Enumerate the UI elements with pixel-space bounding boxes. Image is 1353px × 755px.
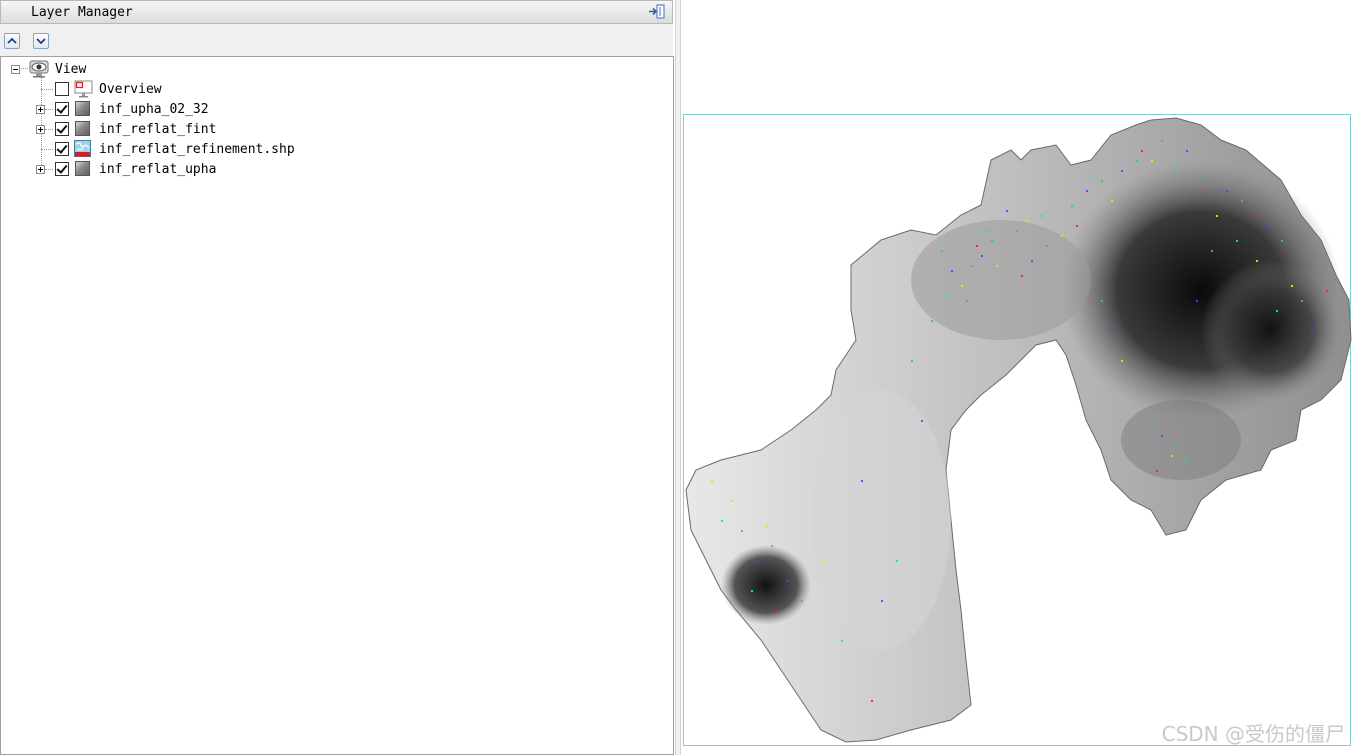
raster-icon (75, 161, 90, 176)
arrow-up-icon (7, 37, 17, 44)
layer-label: Overview (99, 82, 162, 97)
layer-visibility-checkbox[interactable] (55, 82, 69, 96)
layer-label: inf_reflat_fint (99, 122, 217, 137)
map-view[interactable]: CSDN @受伤的僵尸 (681, 0, 1353, 755)
layer-item-overview[interactable]: Overview (1, 79, 401, 99)
layer-item-inf-reflat-fint[interactable]: inf_reflat_fint (1, 119, 401, 139)
raster-map-image (685, 117, 1352, 743)
move-layer-up-button[interactable] (4, 33, 20, 49)
raster-icon (75, 101, 90, 116)
raster-icon (75, 121, 90, 136)
tree-root-view[interactable]: View (1, 59, 301, 79)
collapse-icon[interactable] (11, 65, 20, 74)
watermark-text: CSDN @受伤的僵尸 (1161, 722, 1345, 746)
layer-visibility-checkbox[interactable] (55, 122, 69, 136)
tree-root-label: View (55, 62, 87, 77)
layer-tree: View Overview inf_upha_02_32 inf_reflat_… (0, 56, 674, 755)
layer-label: inf_reflat_refinement.shp (99, 142, 295, 157)
overview-icon (74, 80, 94, 98)
panel-title: Layer Manager (31, 5, 133, 20)
layer-visibility-checkbox[interactable] (55, 102, 69, 116)
move-layer-down-button[interactable] (33, 33, 49, 49)
layer-item-inf-reflat-upha[interactable]: inf_reflat_upha (1, 159, 401, 179)
expand-icon[interactable] (36, 125, 45, 134)
vector-icon (74, 140, 92, 158)
layer-label: inf_upha_02_32 (99, 102, 209, 117)
expand-icon[interactable] (36, 165, 45, 174)
layer-label: inf_reflat_upha (99, 162, 217, 177)
layer-manager-panel: Layer Manager View Overview inf_upha_02_… (0, 0, 675, 755)
layer-toolbar (0, 24, 673, 56)
layer-visibility-checkbox[interactable] (55, 162, 69, 176)
layer-item-inf-reflat-refinement[interactable]: inf_reflat_refinement.shp (1, 139, 401, 159)
panel-header: Layer Manager (0, 0, 673, 24)
layer-visibility-checkbox[interactable] (55, 142, 69, 156)
eye-icon (29, 60, 49, 78)
layer-item-inf-upha-02-32[interactable]: inf_upha_02_32 (1, 99, 401, 119)
dock-icon[interactable] (648, 4, 666, 20)
expand-icon[interactable] (36, 105, 45, 114)
arrow-down-icon (36, 38, 46, 45)
